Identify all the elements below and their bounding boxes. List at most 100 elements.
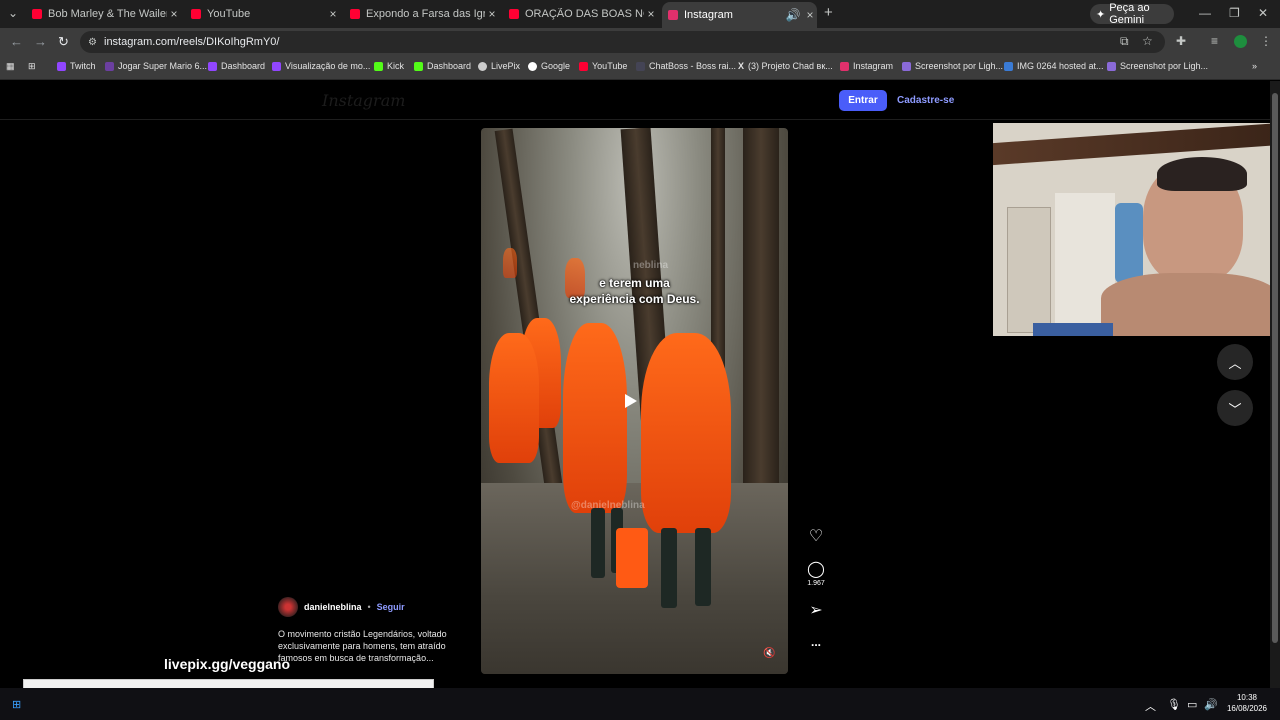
restore-icon[interactable]: ❐ [1229, 6, 1240, 20]
gemini-button[interactable]: ✦ Peça ao Gemini [1090, 2, 1174, 26]
bookmark-google[interactable]: Google [528, 61, 570, 71]
bookmark-screenshot-1[interactable]: Screenshot por Ligh... [902, 61, 1003, 71]
taskbar-clock[interactable]: 10:38 16/08/2026 [1224, 692, 1270, 714]
bookmark-visualizacao[interactable]: Visualização de mo... [272, 61, 370, 71]
author-name[interactable]: danielneblina [304, 602, 362, 612]
instagram-icon [668, 10, 678, 20]
close-tab-icon[interactable]: × [803, 8, 817, 22]
clock-date: 16/08/2026 [1226, 704, 1268, 713]
bookmark-label: Twitch [70, 61, 96, 71]
like-icon[interactable]: ♡ [800, 526, 832, 546]
webcam-towel [1115, 203, 1143, 283]
bookmark-kick[interactable]: Kick [374, 61, 404, 71]
youtube-icon [32, 9, 42, 19]
more-bookmarks-icon[interactable]: » [1252, 61, 1257, 71]
tab-expondo[interactable]: Expondo a Farsa das Igrejas Eva × [344, 4, 499, 24]
bookmark-label: Jogar Super Mario 6... [118, 61, 208, 71]
grid-icon[interactable]: ⊞ [28, 61, 36, 72]
minimize-icon[interactable]: — [1199, 6, 1211, 20]
webcam-cloth [1033, 323, 1113, 336]
back-icon[interactable]: ← [10, 34, 23, 49]
address-bar-row: ← → ↻ ⚙ instagram.com/reels/DIKoIhgRmY0/… [0, 28, 1280, 56]
extensions-icon[interactable]: ✚ [1176, 34, 1186, 48]
video-caption-line1: e terem uma [599, 276, 670, 290]
scrollbar-thumb[interactable] [1272, 93, 1278, 643]
bookmark-livepix[interactable]: LivePix [478, 61, 520, 71]
menu-icon[interactable]: ⋮ [1260, 34, 1272, 48]
video-hiker [489, 333, 539, 463]
webcam-person [1157, 157, 1247, 191]
install-icon[interactable]: ⧉ [1120, 34, 1129, 49]
tray-overflow-icon[interactable]: ︿ [1145, 698, 1156, 714]
site-info-icon[interactable]: ⚙ [88, 37, 97, 48]
url-text: instagram.com/reels/DIKoIhgRmY0/ [104, 36, 280, 48]
video-hiker [503, 248, 517, 278]
url-input[interactable]: ⚙ instagram.com/reels/DIKoIhgRmY0/ [80, 31, 1165, 53]
webcam-person [1101, 273, 1280, 336]
close-tab-icon[interactable]: × [326, 7, 340, 21]
bookmark-label: Google [541, 61, 571, 71]
kick-icon [414, 61, 423, 71]
bookmark-label: Screenshot por Ligh... [915, 61, 1004, 71]
microphone-icon[interactable]: 🎙 [1167, 698, 1181, 711]
tab-bob-marley[interactable]: Bob Marley & The Wailers - Exo × [26, 4, 181, 24]
post-description: O movimento cristão Legendários, voltado… [278, 629, 447, 663]
start-icon[interactable]: ⊞ [12, 698, 21, 711]
page-scrollbar[interactable] [1270, 81, 1280, 688]
reel-video[interactable]: neblina e terem uma experiência com Deus… [481, 128, 788, 674]
close-tab-icon[interactable]: × [167, 7, 181, 21]
bookmark-star-icon[interactable]: ☆ [1142, 34, 1153, 48]
media-control-icon[interactable]: ≡ [1211, 34, 1218, 48]
bookmark-dashboard-kick[interactable]: Dashboard [414, 61, 471, 71]
instagram-logo[interactable]: Instagram [322, 91, 405, 110]
previous-reel-button[interactable]: ︿ [1217, 344, 1253, 380]
video-hiker [563, 323, 627, 513]
chatboss-icon [636, 61, 645, 71]
network-icon[interactable]: ▭ [1187, 698, 1197, 711]
video-hiker-leg [661, 528, 677, 608]
bookmark-instagram[interactable]: Instagram [840, 61, 893, 71]
bookmark-twitch[interactable]: Twitch [57, 61, 96, 71]
bookmark-youtube[interactable]: YouTube [579, 61, 627, 71]
bookmark-chatboss[interactable]: ChatBoss - Boss rai... [636, 61, 736, 71]
tab-instagram[interactable]: Instagram 🔊 × [662, 2, 817, 28]
speaker-icon[interactable]: 🔊 [783, 8, 803, 22]
profile-avatar[interactable] [1234, 35, 1247, 48]
tab-oracao[interactable]: ORAÇÃO DAS BOAS NOTÍCIAS × [503, 4, 658, 24]
close-tab-icon[interactable]: × [644, 7, 658, 21]
close-tab-icon[interactable]: × [485, 7, 499, 21]
tab-youtube[interactable]: YouTube × [185, 4, 340, 24]
follow-button[interactable]: Seguir [377, 602, 405, 612]
forward-icon[interactable]: → [34, 34, 47, 49]
more-options-icon[interactable]: ... [800, 635, 832, 649]
comment-icon[interactable]: ◯ [800, 559, 832, 579]
bookmark-screenshot-2[interactable]: Screenshot por Ligh... [1107, 61, 1208, 71]
webcam-overlay [993, 123, 1280, 336]
google-icon [528, 61, 537, 71]
bookmark-img-0264[interactable]: IMG 0264 hosted at... [1004, 61, 1104, 71]
bookmark-label: Visualização de mo... [285, 61, 371, 71]
tab-search-icon[interactable]: ⌄ [8, 6, 18, 20]
twitch-icon [57, 61, 66, 71]
volume-icon[interactable]: 🔊 [1204, 698, 1218, 711]
tab-label: YouTube [207, 8, 251, 20]
next-reel-button[interactable]: ﹀ [1217, 390, 1253, 426]
webcam-cabinet [1007, 207, 1051, 333]
share-icon[interactable]: ➢ [800, 600, 832, 620]
livepix-overlay: livepix.gg/veggano [164, 656, 291, 672]
apps-icon[interactable]: ▦ [6, 61, 15, 72]
login-button[interactable]: Entrar [839, 90, 887, 111]
game-icon [105, 61, 114, 71]
bookmark-projeto-chad[interactable]: X (3) Projeto Chad вк... [738, 61, 833, 71]
bookmark-dashboard[interactable]: Dashboard [208, 61, 265, 71]
play-icon[interactable] [625, 394, 637, 408]
bookmark-label: Dashboard [427, 61, 472, 71]
new-tab-button[interactable]: + [824, 4, 833, 21]
signup-link[interactable]: Cadastre-se [897, 95, 954, 106]
bookmark-mario[interactable]: Jogar Super Mario 6... [105, 61, 207, 71]
reload-icon[interactable]: ↻ [58, 34, 69, 50]
close-window-icon[interactable]: ✕ [1258, 6, 1268, 20]
image-host-icon [1004, 61, 1013, 71]
avatar[interactable] [278, 597, 298, 617]
mute-icon[interactable]: 🔇 [763, 648, 775, 659]
